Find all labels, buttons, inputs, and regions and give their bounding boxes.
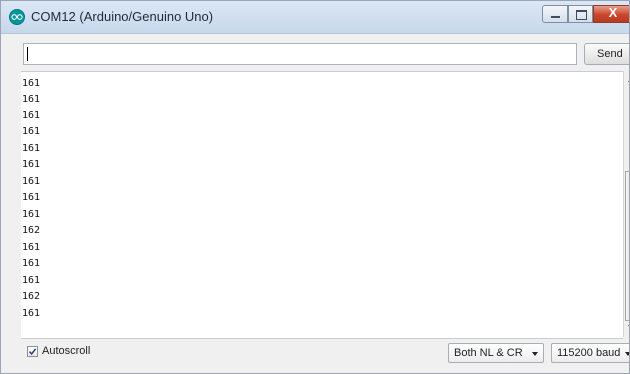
send-input[interactable] (23, 43, 577, 65)
output-line: 161 (22, 126, 41, 137)
line-ending-select[interactable]: Both NL & CR (448, 343, 544, 363)
window-title: COM12 (Arduino/Genuino Uno) (31, 9, 214, 24)
output-line: 161 (22, 143, 41, 154)
chevron-down-icon (532, 352, 538, 356)
scrollbar-thumb[interactable] (625, 171, 629, 321)
output-line: 161 (22, 242, 41, 253)
minimize-button[interactable] (542, 5, 568, 23)
output-line: 161 (22, 275, 41, 286)
output-line: 162 (22, 291, 41, 302)
baud-rate-select[interactable]: 115200 baud (551, 343, 629, 363)
output-line: 162 (22, 225, 41, 236)
output-line: 161 (22, 78, 41, 89)
output-line: 161 (22, 209, 41, 220)
maximize-icon (576, 10, 587, 20)
output-line: 161 (22, 308, 41, 319)
output-line: 161 (22, 192, 41, 203)
vertical-scrollbar[interactable] (623, 71, 629, 337)
title-bar[interactable]: COM12 (Arduino/Genuino Uno) X (1, 1, 629, 34)
minimize-icon (551, 16, 560, 18)
checkmark-icon (28, 348, 37, 356)
serial-monitor-window: COM12 (Arduino/Genuino Uno) X Send 161 1… (0, 0, 630, 374)
output-line: 161 (22, 176, 41, 187)
autoscroll-label[interactable]: Autoscroll (42, 345, 90, 357)
text-caret (27, 47, 28, 61)
output-line: 161 (22, 110, 41, 121)
output-line: 161 (22, 94, 41, 105)
arduino-logo-icon (9, 9, 25, 25)
maximize-button[interactable] (568, 5, 593, 23)
autoscroll-checkbox[interactable] (27, 346, 38, 357)
send-button[interactable]: Send (584, 43, 629, 65)
close-icon: X (608, 5, 618, 20)
close-button[interactable]: X (593, 5, 629, 23)
chevron-down-icon (625, 352, 629, 356)
line-ending-value: Both NL & CR (454, 347, 523, 359)
output-line: 161 (22, 258, 41, 269)
serial-output[interactable]: 161 161 161 161 161 161 161 161 161 162 … (21, 71, 623, 339)
baud-rate-value: 115200 baud (557, 347, 621, 359)
output-line: 161 (22, 159, 41, 170)
